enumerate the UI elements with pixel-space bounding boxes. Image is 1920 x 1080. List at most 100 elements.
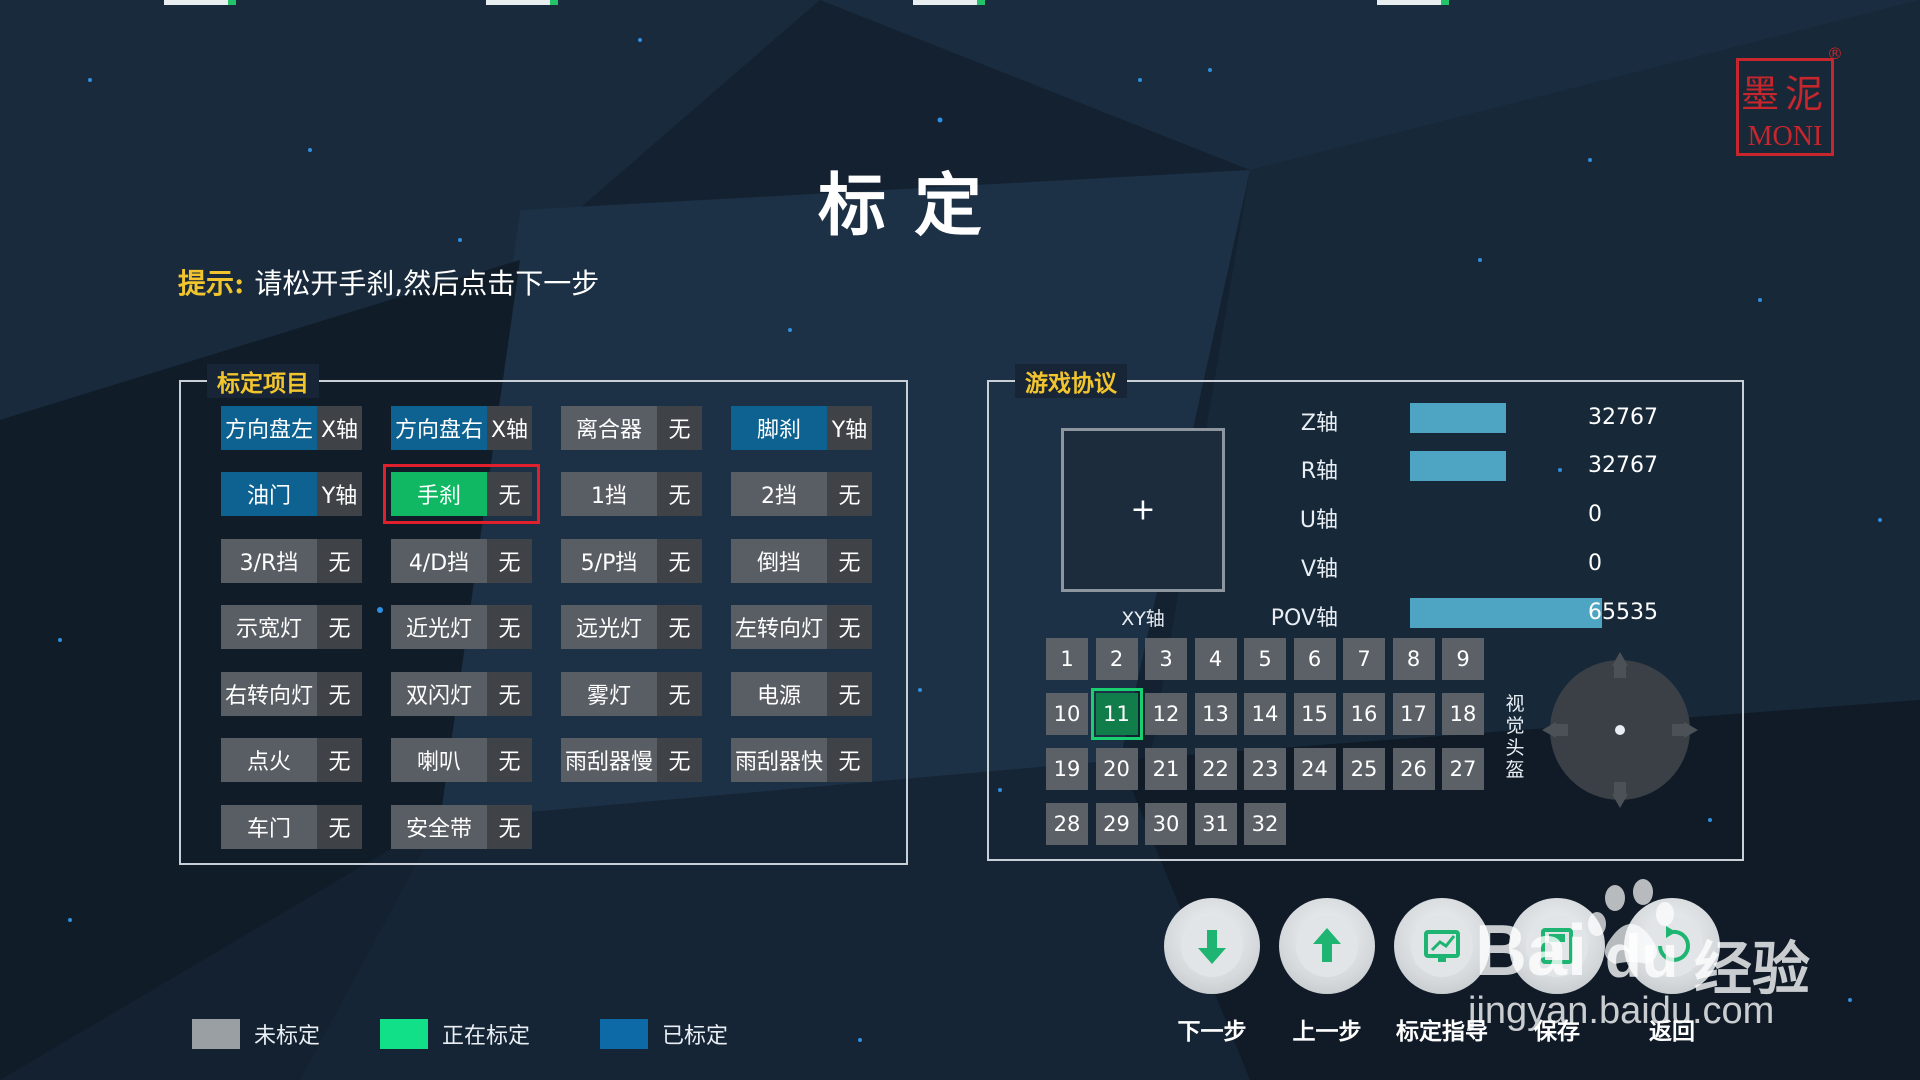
joystick-button-indicator: 10 xyxy=(1046,693,1088,735)
calibration-item[interactable]: 方向盘左 X轴 xyxy=(221,406,362,450)
calibration-item-name: 双闪灯 xyxy=(391,672,487,716)
joystick-button-indicator: 15 xyxy=(1293,693,1336,735)
joystick-button-indicator: 14 xyxy=(1244,693,1286,735)
calibration-item-name: 倒挡 xyxy=(731,539,827,583)
moni-logo: 墨泥 MONI xyxy=(1736,58,1834,156)
axis-value: 0 xyxy=(1588,551,1602,576)
calibration-item[interactable]: 喇叭无 xyxy=(391,738,532,782)
calibration-item[interactable]: 右转向灯无 xyxy=(221,672,362,716)
calibration-item[interactable]: 示宽灯无 xyxy=(221,605,362,649)
calibration-item-axis: 无 xyxy=(317,539,362,583)
axis-row: V轴 0 xyxy=(1178,549,1718,582)
calibration-item-axis: 无 xyxy=(487,605,532,649)
next-step-button[interactable] xyxy=(1164,898,1260,994)
calibration-item[interactable]: 脚刹 Y轴 xyxy=(731,406,872,450)
calibration-item[interactable]: 近光灯无 xyxy=(391,605,532,649)
calibration-item-axis: 无 xyxy=(317,605,362,649)
calibration-item-axis: 无 xyxy=(657,472,702,516)
calibration-item-name: 右转向灯 xyxy=(221,672,317,716)
calibration-item[interactable]: 2挡无 xyxy=(731,472,872,516)
calibration-item-name: 示宽灯 xyxy=(221,605,317,649)
calibration-item[interactable]: 离合器无 xyxy=(561,406,702,450)
axis-row: Z轴 32767 xyxy=(1178,403,1718,436)
calibration-item[interactable]: 车门无 xyxy=(221,805,362,849)
calibration-item-axis: 无 xyxy=(657,605,702,649)
watermark-du: du xyxy=(1605,923,1679,990)
calibration-item-name: 离合器 xyxy=(561,406,657,450)
calibration-item-axis: 无 xyxy=(827,605,872,649)
calibration-item-axis: 无 xyxy=(657,672,702,716)
calibration-item[interactable]: 倒挡无 xyxy=(731,539,872,583)
calibration-item-name: 远光灯 xyxy=(561,605,657,649)
watermark-url: jingyan.baidu.com xyxy=(1468,990,1775,1032)
calibration-item[interactable]: 3/R挡无 xyxy=(221,539,362,583)
hint-text: 请松开手刹,然后点击下一步 xyxy=(254,267,600,300)
top-tab-4[interactable] xyxy=(1377,0,1449,5)
logo-en-text: MONI xyxy=(1747,121,1823,152)
prev-step-button[interactable] xyxy=(1279,898,1375,994)
joystick-button-indicator: 5 xyxy=(1244,638,1286,680)
page-title: 标定 xyxy=(817,166,1010,246)
joystick-button-indicator: 13 xyxy=(1194,693,1237,735)
axis-value: 0 xyxy=(1588,502,1602,527)
calibration-item-name: 左转向灯 xyxy=(731,605,827,649)
calibration-item[interactable]: 雾灯无 xyxy=(561,672,702,716)
calibration-item[interactable]: 雨刮器慢无 xyxy=(561,738,702,782)
calibration-item-axis: 无 xyxy=(827,672,872,716)
calibration-item[interactable]: 双闪灯无 xyxy=(391,672,532,716)
calibration-item-name: 点火 xyxy=(221,738,317,782)
top-tab-3[interactable] xyxy=(913,0,985,5)
joystick-button-indicator: 31 xyxy=(1194,803,1237,845)
game-protocol-panel-title: 游戏协议 xyxy=(1015,364,1127,398)
axis-row: U轴 0 xyxy=(1178,500,1718,533)
joystick-button-indicator: 3 xyxy=(1145,638,1187,680)
calibration-item-axis: 无 xyxy=(317,672,362,716)
calibration-item-axis: 无 xyxy=(657,406,702,450)
calibration-item[interactable]: 方向盘右 X轴 xyxy=(391,406,532,450)
calibration-item-name: 2挡 xyxy=(731,472,827,516)
axis-value: 32767 xyxy=(1588,405,1658,430)
legend-swatch-calibrating xyxy=(380,1019,428,1049)
joystick-button-indicator: 1 xyxy=(1046,638,1088,680)
top-tab-2[interactable] xyxy=(486,0,558,5)
calibration-item-name: 1挡 xyxy=(561,472,657,516)
calibration-item-axis: 无 xyxy=(827,738,872,782)
calibration-item-axis: 无 xyxy=(827,472,872,516)
joystick-button-indicator: 6 xyxy=(1293,638,1336,680)
legend-uncalibrated: 未标定 xyxy=(192,1018,320,1050)
hint-label: 提示: xyxy=(178,267,245,300)
axis-row: POV轴 65535 xyxy=(1178,598,1718,631)
calibration-item[interactable]: 远光灯无 xyxy=(561,605,702,649)
calibration-item-axis: 无 xyxy=(657,539,702,583)
joystick-button-indicator: 28 xyxy=(1046,803,1088,845)
calibration-item-name: 喇叭 xyxy=(391,738,487,782)
calibration-item[interactable]: 左转向灯无 xyxy=(731,605,872,649)
registered-mark: ® xyxy=(1827,44,1843,63)
watermark-brand: Bai xyxy=(1475,911,1588,991)
joystick-button-indicator: 17 xyxy=(1392,693,1435,735)
calibration-item-axis: Y轴 xyxy=(827,406,872,450)
calibration-item[interactable]: 4/D挡无 xyxy=(391,539,532,583)
legend-label-calibrated: 已标定 xyxy=(662,1024,729,1049)
calibration-item-axis: Y轴 xyxy=(317,472,362,516)
pov-hat-icon xyxy=(1542,652,1698,808)
axis-name: U轴 xyxy=(1299,508,1338,533)
calibration-item-name: 方向盘左 xyxy=(221,406,317,450)
calibration-item[interactable]: 雨刮器快无 xyxy=(731,738,872,782)
calibration-item[interactable]: 5/P挡无 xyxy=(561,539,702,583)
legend-swatch-calibrated xyxy=(600,1019,648,1049)
calibration-item[interactable]: 点火无 xyxy=(221,738,362,782)
calibration-item[interactable]: 电源无 xyxy=(731,672,872,716)
calibration-item-name: 雾灯 xyxy=(561,672,657,716)
legend-label-calibrating: 正在标定 xyxy=(442,1024,531,1049)
top-tab-1[interactable] xyxy=(164,0,236,5)
axis-value: 32767 xyxy=(1588,453,1658,478)
calibration-item[interactable]: 1挡无 xyxy=(561,472,702,516)
calibration-item-axis: 无 xyxy=(827,539,872,583)
calibration-item-name: 电源 xyxy=(731,672,827,716)
joystick-button-indicator: 21 xyxy=(1145,748,1187,790)
calibration-item[interactable]: 安全带无 xyxy=(391,805,532,849)
calibration-item[interactable]: 油门 Y轴 xyxy=(221,472,362,516)
calibration-item-name: 3/R挡 xyxy=(221,539,317,583)
joystick-button-indicator: 18 xyxy=(1442,693,1484,735)
